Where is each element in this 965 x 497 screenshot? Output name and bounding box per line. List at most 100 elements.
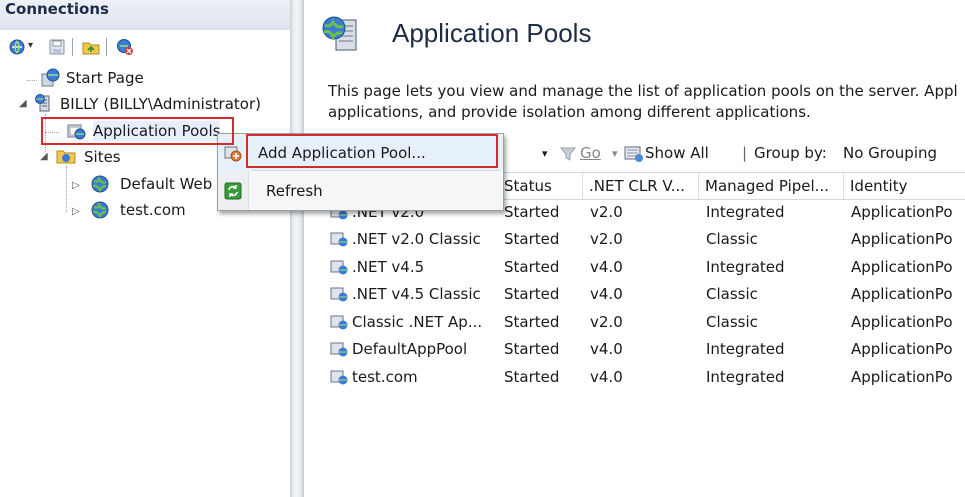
save-icon[interactable]	[48, 38, 66, 56]
pool-pipeline: Classic	[706, 230, 758, 248]
page-description-line-1: This page lets you view and manage the l…	[328, 82, 958, 100]
column-header-identity[interactable]: Identity	[844, 173, 965, 199]
globe-icon	[91, 201, 109, 219]
tree-item-sites[interactable]: Sites	[84, 147, 121, 167]
tree-expand-arrow[interactable]: ▷	[72, 180, 80, 192]
tree-item-default-web-site[interactable]: Default Web	[120, 174, 212, 194]
refresh-icon	[224, 182, 242, 200]
pool-clr-version: v4.0	[590, 340, 623, 358]
app-pool-icon	[330, 315, 348, 330]
pool-pipeline: Integrated	[706, 203, 785, 221]
app-pool-icon	[330, 370, 348, 385]
tree-connector	[45, 132, 59, 133]
add-pool-icon	[224, 146, 242, 162]
tree-collapse-arrow[interactable]: ◢	[19, 98, 27, 110]
globe-icon	[91, 175, 109, 193]
table-row[interactable]: test.com Started v4.0 Integrated Applica…	[320, 364, 965, 391]
pool-name: test.com	[352, 368, 418, 386]
tree-expand-arrow[interactable]: ▷	[72, 206, 80, 218]
server-icon	[35, 94, 50, 112]
tree-connector	[27, 80, 37, 81]
pool-status: Started	[504, 230, 560, 248]
column-header-clr-version[interactable]: .NET CLR V...	[583, 173, 699, 199]
menu-item-label: Refresh	[266, 182, 323, 200]
pool-clr-version: v4.0	[590, 368, 623, 386]
pool-status: Started	[504, 313, 560, 331]
tree-item-test-site[interactable]: test.com	[120, 200, 186, 220]
pool-status: Started	[504, 340, 560, 358]
pool-status: Started	[504, 368, 560, 386]
page-title: Application Pools	[392, 18, 592, 48]
group-by-label: Group by:	[754, 144, 827, 162]
table-row[interactable]: DefaultAppPool Started v4.0 Integrated A…	[320, 336, 965, 363]
pool-identity: ApplicationPo	[851, 203, 953, 221]
pool-clr-version: v2.0	[590, 203, 623, 221]
column-header-status[interactable]: Status	[498, 173, 583, 199]
pool-clr-version: v2.0	[590, 230, 623, 248]
menu-item-label: Add Application Pool...	[258, 144, 426, 162]
table-row[interactable]: .NET v4.5 Classic Started v4.0 Classic A…	[320, 281, 965, 308]
pool-name: .NET v4.5	[352, 258, 425, 276]
pool-pipeline: Classic	[706, 285, 758, 303]
filter-separator: |	[742, 144, 748, 162]
table-row[interactable]: .NET v4.5 Started v4.0 Integrated Applic…	[320, 254, 965, 281]
app-pool-icon	[67, 124, 86, 140]
pool-status: Started	[504, 203, 560, 221]
table-row[interactable]: Classic .NET Ap... Started v2.0 Classic …	[320, 309, 965, 336]
pool-clr-version: v2.0	[590, 313, 623, 331]
pool-pipeline: Classic	[706, 313, 758, 331]
connections-header: Connections	[0, 0, 290, 30]
pool-clr-version: v4.0	[590, 285, 623, 303]
filter-dropdown-arrow[interactable]: ▾	[542, 147, 548, 160]
tree-item-application-pools[interactable]: Application Pools	[93, 121, 221, 141]
chevron-down-icon[interactable]: ▾	[28, 40, 33, 51]
toolbar-divider	[72, 38, 73, 56]
pool-name: .NET v2.0 Classic	[352, 230, 481, 248]
menu-item-refresh[interactable]: Refresh	[218, 174, 503, 208]
pool-name: DefaultAppPool	[352, 340, 468, 358]
filter-bar: ▾ Go ▾ Show All | Group by: No Grouping	[500, 138, 965, 170]
app-pool-icon	[330, 260, 348, 275]
app-pool-icon	[330, 287, 348, 302]
show-all-dropdown-arrow[interactable]: ▾	[612, 147, 618, 160]
connections-title: Connections	[5, 0, 109, 18]
connect-icon[interactable]	[8, 38, 26, 56]
filter-go-icon[interactable]	[560, 146, 576, 162]
group-by-select[interactable]: No Grouping	[843, 144, 937, 162]
go-button[interactable]: Go	[580, 144, 601, 162]
pane-splitter[interactable]	[290, 0, 304, 497]
context-menu: Add Application Pool... Refresh	[217, 133, 504, 211]
tree-item-server[interactable]: BILLY (BILLY\Administrator)	[60, 94, 261, 114]
start-page-icon	[41, 68, 60, 87]
page-description-line-2: applications, and provide isolation amon…	[328, 103, 811, 121]
pool-identity: ApplicationPo	[851, 230, 953, 248]
show-all-icon[interactable]	[624, 145, 644, 163]
connections-pane: Connections ▾ Start Page ◢ BILLY (BILLY\…	[0, 0, 290, 497]
menu-item-add-application-pool[interactable]: Add Application Pool...	[218, 136, 503, 170]
connections-toolbar: ▾	[0, 30, 290, 62]
tree-collapse-arrow[interactable]: ◢	[40, 151, 48, 163]
pool-identity: ApplicationPo	[851, 313, 953, 331]
pool-identity: ApplicationPo	[851, 258, 953, 276]
pool-name: Classic .NET Ap...	[352, 313, 483, 331]
pool-status: Started	[504, 285, 560, 303]
column-header-managed-pipeline[interactable]: Managed Pipel...	[699, 173, 844, 199]
sites-folder-icon	[56, 150, 76, 164]
table-row[interactable]: .NET v2.0 Classic Started v2.0 Classic A…	[320, 226, 965, 253]
application-pools-feature-icon	[322, 16, 357, 51]
app-pool-icon	[330, 232, 348, 247]
pool-name: .NET v4.5 Classic	[352, 285, 481, 303]
pool-pipeline: Integrated	[706, 368, 785, 386]
pool-status: Started	[504, 258, 560, 276]
menu-separator	[252, 170, 500, 171]
pool-identity: ApplicationPo	[851, 340, 953, 358]
toolbar-divider	[106, 38, 107, 56]
pool-clr-version: v4.0	[590, 258, 623, 276]
tree-item-start-page[interactable]: Start Page	[66, 68, 144, 88]
up-folder-icon[interactable]	[82, 38, 100, 56]
disconnect-icon[interactable]	[116, 38, 134, 56]
tree-connector	[66, 166, 67, 212]
pool-identity: ApplicationPo	[851, 368, 953, 386]
show-all-button[interactable]: Show All	[645, 144, 709, 162]
app-pool-icon	[330, 342, 348, 357]
